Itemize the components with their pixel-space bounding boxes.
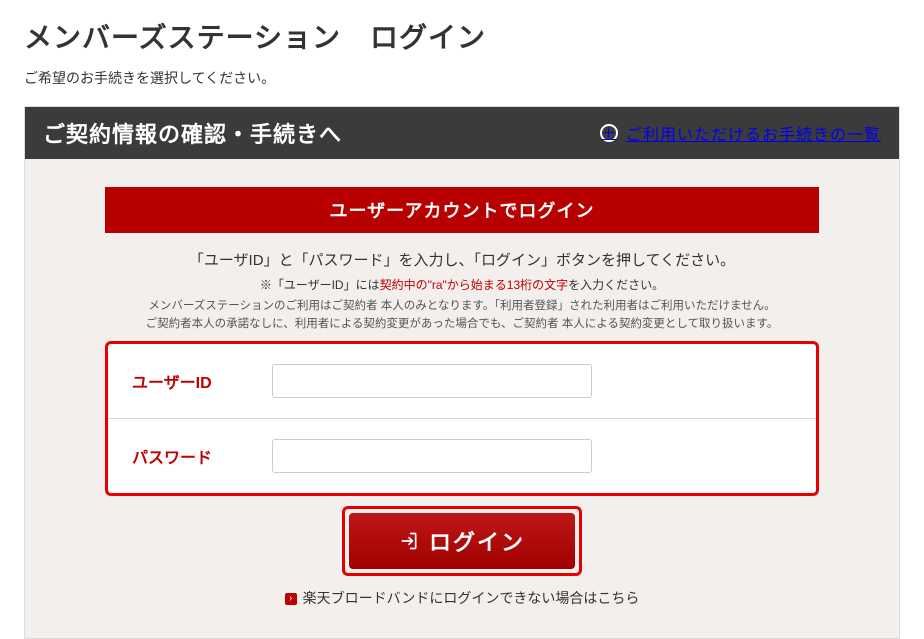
login-heading: ユーザーアカウントでログイン: [105, 187, 819, 233]
section-header: ご契約情報の確認・手続きへ ＋ ご利用いただけるお手続きの一覧: [25, 107, 899, 159]
instruction-main: 「ユーザID」と「パスワード」を入力し、「ログイン」ボタンを押してください。: [105, 249, 819, 270]
section-body: ユーザーアカウントでログイン 「ユーザID」と「パスワード」を入力し、「ログイン…: [25, 159, 899, 638]
page-subtitle: ご希望のお手続きを選択してください。: [24, 68, 900, 88]
section-header-title: ご契約情報の確認・手続きへ: [43, 117, 342, 149]
login-button-highlight: ログイン: [342, 506, 582, 576]
instruction-note-prefix: ※「ユーザーID」には: [260, 278, 380, 292]
instruction-small-2: ご契約者本人の承諾なしに、利用者による契約変更があった場合でも、ご契約者 本人に…: [105, 315, 819, 331]
login-form-box: ユーザーID パスワード: [105, 341, 819, 496]
login-button[interactable]: ログイン: [349, 513, 575, 569]
password-label: パスワード: [132, 444, 272, 468]
cannot-login-help-link[interactable]: 楽天ブロードバンドにログインできない場合はこちら: [303, 590, 640, 606]
password-input[interactable]: [272, 439, 592, 473]
chevron-right-icon: ›: [285, 593, 297, 605]
login-icon: [399, 531, 419, 551]
instruction-note-suffix: を入力ください。: [568, 278, 664, 292]
instruction-note: ※「ユーザーID」には契約中の"ra"から始まる13桁の文字を入力ください。: [105, 276, 819, 293]
password-row: パスワード: [108, 418, 816, 493]
login-button-label: ログイン: [429, 525, 525, 557]
instruction-block: 「ユーザID」と「パスワード」を入力し、「ログイン」ボタンを押してください。 ※…: [105, 249, 819, 331]
instruction-small-1: メンバーズステーションのご利用はご契約者 本人のみとなります。「利用者登録」され…: [105, 297, 819, 313]
procedures-list-label: ご利用いただけるお手続きの一覧: [626, 121, 881, 145]
plus-circle-icon: ＋: [600, 124, 618, 142]
userid-input[interactable]: [272, 364, 592, 398]
page-title: メンバーズステーション ログイン: [24, 16, 900, 56]
userid-row: ユーザーID: [108, 344, 816, 418]
contract-section: ご契約情報の確認・手続きへ ＋ ご利用いただけるお手続きの一覧 ユーザーアカウン…: [24, 106, 900, 639]
userid-label: ユーザーID: [132, 369, 272, 393]
login-button-wrap: ログイン: [105, 506, 819, 576]
procedures-list-link[interactable]: ＋ ご利用いただけるお手続きの一覧: [600, 121, 881, 145]
instruction-note-red: 契約中の"ra"から始まる13桁の文字: [380, 278, 569, 292]
help-link-row: › 楽天ブロードバンドにログインできない場合はこちら: [105, 588, 819, 608]
